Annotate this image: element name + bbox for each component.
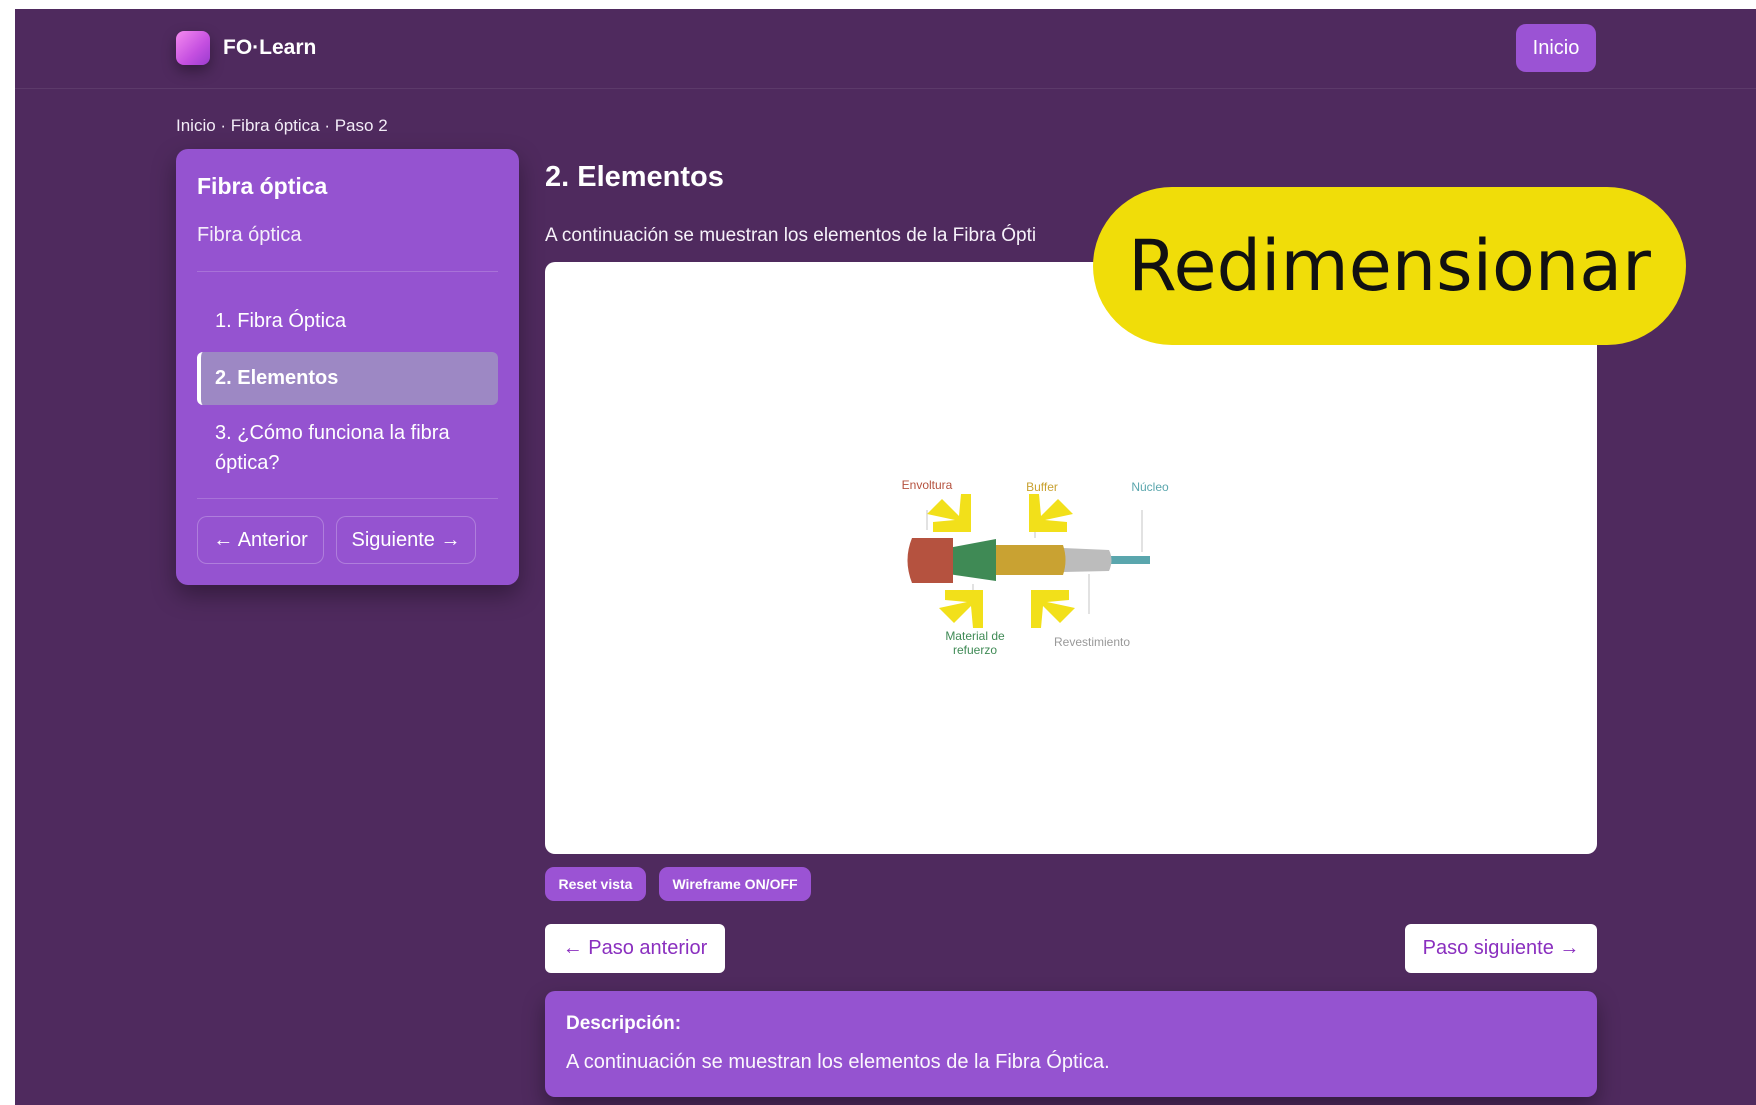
buffer-part [996, 545, 1066, 575]
reset-view-button[interactable]: Reset vista [545, 867, 646, 901]
brand-name: FO·Learn [223, 36, 317, 59]
material-label-line2: refuerzo [953, 643, 997, 657]
sidebar-item-label: 2. Elementos [215, 367, 339, 389]
sidebar-item-label: 3. ¿Cómo funciona la fibra óptica? [215, 422, 450, 474]
intro-text: A continuación se muestran los elementos… [545, 225, 1037, 246]
description-text: A continuación se muestran los elementos… [566, 1051, 1110, 1073]
sidebar-item-elementos[interactable]: 2. Elementos [197, 352, 498, 405]
page-title: 2. Elementos [545, 161, 724, 193]
prev-step-button[interactable]: ← Paso anterior [545, 924, 725, 973]
sidebar-prev-button[interactable]: ← Anterior [197, 516, 324, 564]
nucleo-label: Núcleo [1131, 480, 1169, 494]
sidebar-item-label: 1. Fibra Óptica [215, 310, 347, 332]
wireframe-toggle-button[interactable]: Wireframe ON/OFF [659, 867, 811, 901]
sidebar-subtitle: Fibra óptica [197, 224, 302, 246]
next-step-button[interactable]: Paso siguiente → [1405, 924, 1597, 973]
description-panel: Descripción: A continuación se muestran … [545, 991, 1597, 1097]
fiber-optic-model: Envoltura Buffer Núcleo Material de refu… [902, 478, 1169, 657]
3d-viewer[interactable]: Envoltura Buffer Núcleo Material de refu… [545, 262, 1597, 854]
buffer-label: Buffer [1026, 480, 1058, 494]
sidebar-divider [197, 498, 498, 499]
sidebar-title: Fibra óptica [197, 173, 328, 199]
material-refuerzo-part [948, 539, 996, 581]
app-window: FO·Learn Inicio Inicio · Fibra óptica · … [15, 9, 1756, 1105]
revestimiento-part [1063, 548, 1112, 572]
home-button[interactable]: Inicio [1516, 24, 1596, 72]
logo-icon [176, 31, 210, 65]
revestimiento-label: Revestimiento [1054, 635, 1130, 649]
envoltura-label: Envoltura [902, 478, 953, 492]
envoltura-part [907, 538, 953, 583]
sidebar-next-button[interactable]: Siguiente → [336, 516, 476, 564]
sidebar-item-como-funciona[interactable]: 3. ¿Cómo funciona la fibra óptica? [197, 418, 498, 478]
breadcrumb: Inicio · Fibra óptica · Paso 2 [176, 116, 388, 135]
sidebar-item-fibra-optica[interactable]: 1. Fibra Óptica [197, 306, 498, 336]
material-label-line1: Material de [945, 629, 1005, 643]
sidebar: Fibra óptica Fibra óptica 1. Fibra Óptic… [176, 149, 519, 585]
resize-overlay-label: Redimensionar [1093, 187, 1686, 345]
top-bar: FO·Learn Inicio [15, 9, 1756, 89]
description-title: Descripción: [566, 1013, 682, 1034]
sidebar-divider [197, 271, 498, 272]
